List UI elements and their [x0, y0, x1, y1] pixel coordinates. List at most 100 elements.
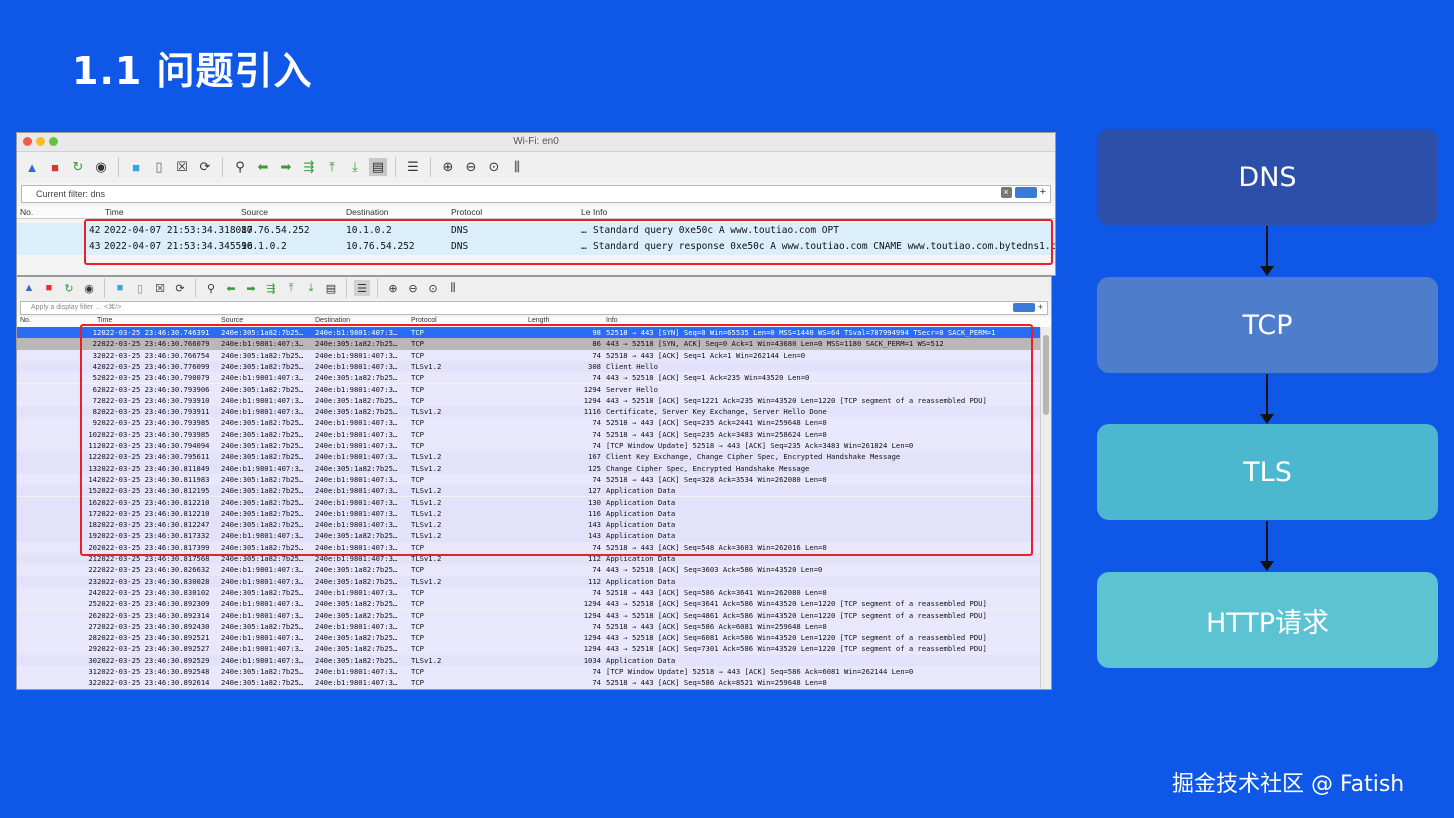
restart-capture-icon[interactable]: ↻: [61, 280, 77, 296]
packet-info: 443 → 52518 [ACK] Seq=7301 Ack=586 Win=4…: [606, 644, 987, 654]
zoom-in-icon[interactable]: ⊕: [385, 280, 401, 296]
display-filter-bar[interactable]: Current filter: dns × +: [21, 185, 1051, 203]
colorize-icon[interactable]: ☰: [354, 280, 370, 296]
packet-no: 24: [88, 587, 97, 597]
restart-capture-icon[interactable]: ↻: [69, 158, 87, 176]
column-header[interactable]: Source: [241, 207, 268, 217]
go-last-packet-icon[interactable]: ⤓: [346, 158, 364, 176]
packet-no: 30: [88, 655, 97, 665]
packet-destination: 240e:305:1a82:7b25…: [315, 644, 398, 654]
column-header[interactable]: Info: [606, 317, 618, 324]
flow-arrow: [1260, 521, 1274, 571]
reload-file-icon[interactable]: ⟳: [196, 158, 214, 176]
table-row[interactable]: 28 2022-03-25 23:46:30.892521 240e:b1:9801…: [17, 632, 1041, 644]
save-file-icon[interactable]: ▯: [150, 158, 168, 176]
capture-options-icon[interactable]: ◉: [92, 158, 110, 176]
capture-options-icon[interactable]: ◉: [81, 280, 97, 296]
table-row[interactable]: 24 2022-03-25 23:46:30.830102 240e:305:1a8…: [17, 586, 1041, 599]
packet-info: [TCP Window Update] 52518 → 443 [ACK] Se…: [606, 667, 914, 676]
colorize-icon[interactable]: ☰: [404, 158, 422, 176]
column-header[interactable]: Length: [528, 317, 549, 324]
go-last-packet-icon[interactable]: ⤓: [303, 280, 319, 296]
zoom-out-icon[interactable]: ⊖: [405, 280, 421, 296]
stop-capture-icon[interactable]: ■: [41, 280, 57, 296]
normal-size-icon[interactable]: ⊙: [425, 280, 441, 296]
column-header[interactable]: Info: [593, 207, 607, 217]
column-header[interactable]: Source: [221, 317, 243, 324]
column-header[interactable]: Protocol: [411, 317, 437, 324]
table-row[interactable]: 30 2022-03-25 23:46:30.892529 240e:b1:9801…: [17, 654, 1041, 666]
column-header[interactable]: No.: [20, 207, 33, 217]
packet-info: 52518 → 443 [ACK] Seq=586 Ack=3641 Win=2…: [606, 587, 827, 597]
normal-size-icon[interactable]: ⊙: [485, 158, 503, 176]
add-filter-button[interactable]: +: [1040, 187, 1046, 198]
reload-file-icon[interactable]: ⟳: [172, 280, 188, 296]
save-file-icon[interactable]: ▯: [132, 280, 148, 296]
packet-list-header: No. Time Source Destination Protocol Le …: [17, 206, 1055, 219]
table-row[interactable]: 26 2022-03-25 23:46:30.892314 240e:b1:9801…: [17, 609, 1041, 621]
packet-time: 2022-03-25 23:46:30.830102: [97, 587, 210, 597]
packet-info: 52518 → 443 [ACK] Seq=586 Ack=8521 Win=2…: [606, 678, 827, 688]
table-row[interactable]: 22 2022-03-25 23:46:30.826632 240e:b1:9801…: [17, 564, 1041, 576]
packet-destination: 240e:b1:9801:407:3…: [315, 587, 398, 597]
go-forward-icon[interactable]: ➡: [277, 158, 295, 176]
find-packet-icon[interactable]: ⚲: [203, 280, 219, 296]
close-file-icon[interactable]: ☒: [152, 280, 168, 296]
stop-capture-icon[interactable]: ■: [46, 158, 64, 176]
column-header[interactable]: Destination: [315, 317, 350, 324]
go-first-packet-icon[interactable]: ⤒: [283, 280, 299, 296]
find-packet-icon[interactable]: ⚲: [231, 158, 249, 176]
go-forward-icon[interactable]: ➡: [243, 280, 259, 296]
column-header[interactable]: Time: [97, 317, 112, 324]
add-filter-button[interactable]: +: [1038, 303, 1043, 312]
go-to-packet-icon[interactable]: ⇶: [300, 158, 318, 176]
go-first-packet-icon[interactable]: ⤒: [323, 158, 341, 176]
packet-info: 443 → 52518 [ACK] Seq=6081 Ack=586 Win=4…: [606, 633, 987, 643]
packet-list-scrollbar[interactable]: [1040, 327, 1051, 689]
auto-scroll-icon[interactable]: ▤: [369, 158, 387, 176]
scrollbar-thumb[interactable]: [1043, 335, 1049, 415]
packet-protocol: TCP: [411, 599, 424, 609]
packet-length: 1294: [583, 599, 601, 609]
window-title: Wi-Fi: en0: [513, 136, 559, 147]
table-row[interactable]: 25 2022-03-25 23:46:30.892309 240e:b1:9801…: [17, 598, 1041, 610]
open-file-icon[interactable]: ■: [112, 280, 128, 296]
close-file-icon[interactable]: ☒: [173, 158, 191, 176]
column-header[interactable]: Destination: [346, 207, 389, 217]
table-row[interactable]: 29 2022-03-25 23:46:30.892527 240e:b1:9801…: [17, 643, 1041, 655]
dns-highlight-box: [84, 219, 1053, 265]
resize-columns-icon[interactable]: ⫼: [445, 280, 461, 296]
packet-info: Application Data: [606, 655, 676, 665]
clear-filter-icon[interactable]: ×: [1000, 187, 1012, 198]
packet-protocol: TLSv1.2: [411, 576, 442, 586]
shark-fin-icon[interactable]: ▲: [21, 280, 37, 296]
apply-filter-button[interactable]: [1012, 303, 1035, 312]
go-to-packet-icon[interactable]: ⇶: [263, 280, 279, 296]
column-header[interactable]: Protocol: [451, 207, 482, 217]
shark-fin-icon[interactable]: ▲: [23, 158, 41, 176]
table-row[interactable]: 23 2022-03-25 23:46:30.830028 240e:b1:9801…: [17, 575, 1041, 587]
open-file-icon[interactable]: ■: [127, 158, 145, 176]
flow-step-dns: DNS: [1097, 129, 1438, 225]
resize-columns-icon[interactable]: ⫼: [508, 158, 526, 176]
display-filter-input[interactable]: Apply a display filter … <⌘/> +: [20, 301, 1048, 315]
zoom-in-icon[interactable]: ⊕: [439, 158, 457, 176]
column-header[interactable]: Time: [105, 207, 124, 217]
packet-destination: 240e:305:1a82:7b25…: [315, 599, 398, 609]
packet-info: Application Data: [606, 576, 676, 586]
table-row[interactable]: 31 2022-03-25 23:46:30.892548 240e:305:1a8…: [17, 666, 1041, 678]
packet-destination: 240e:305:1a82:7b25…: [315, 655, 398, 665]
apply-filter-button[interactable]: [1014, 187, 1037, 198]
table-row[interactable]: 32 2022-03-25 23:46:30.892614 240e:305:1a8…: [17, 677, 1041, 689]
auto-scroll-icon[interactable]: ▤: [323, 280, 339, 296]
packet-source: 240e:b1:9801:407:3…: [221, 599, 304, 609]
go-back-icon[interactable]: ⬅: [254, 158, 272, 176]
column-header[interactable]: Le: [581, 207, 590, 217]
go-back-icon[interactable]: ⬅: [223, 280, 239, 296]
column-header[interactable]: No.: [20, 317, 31, 324]
table-row[interactable]: 27 2022-03-25 23:46:30.892430 240e:305:1a8…: [17, 620, 1041, 633]
zoom-out-icon[interactable]: ⊖: [462, 158, 480, 176]
packet-source: 240e:305:1a82:7b25…: [221, 678, 304, 688]
packet-time: 2022-03-25 23:46:30.892614: [97, 678, 210, 688]
slide-title: 1.1 问题引入: [72, 49, 313, 93]
